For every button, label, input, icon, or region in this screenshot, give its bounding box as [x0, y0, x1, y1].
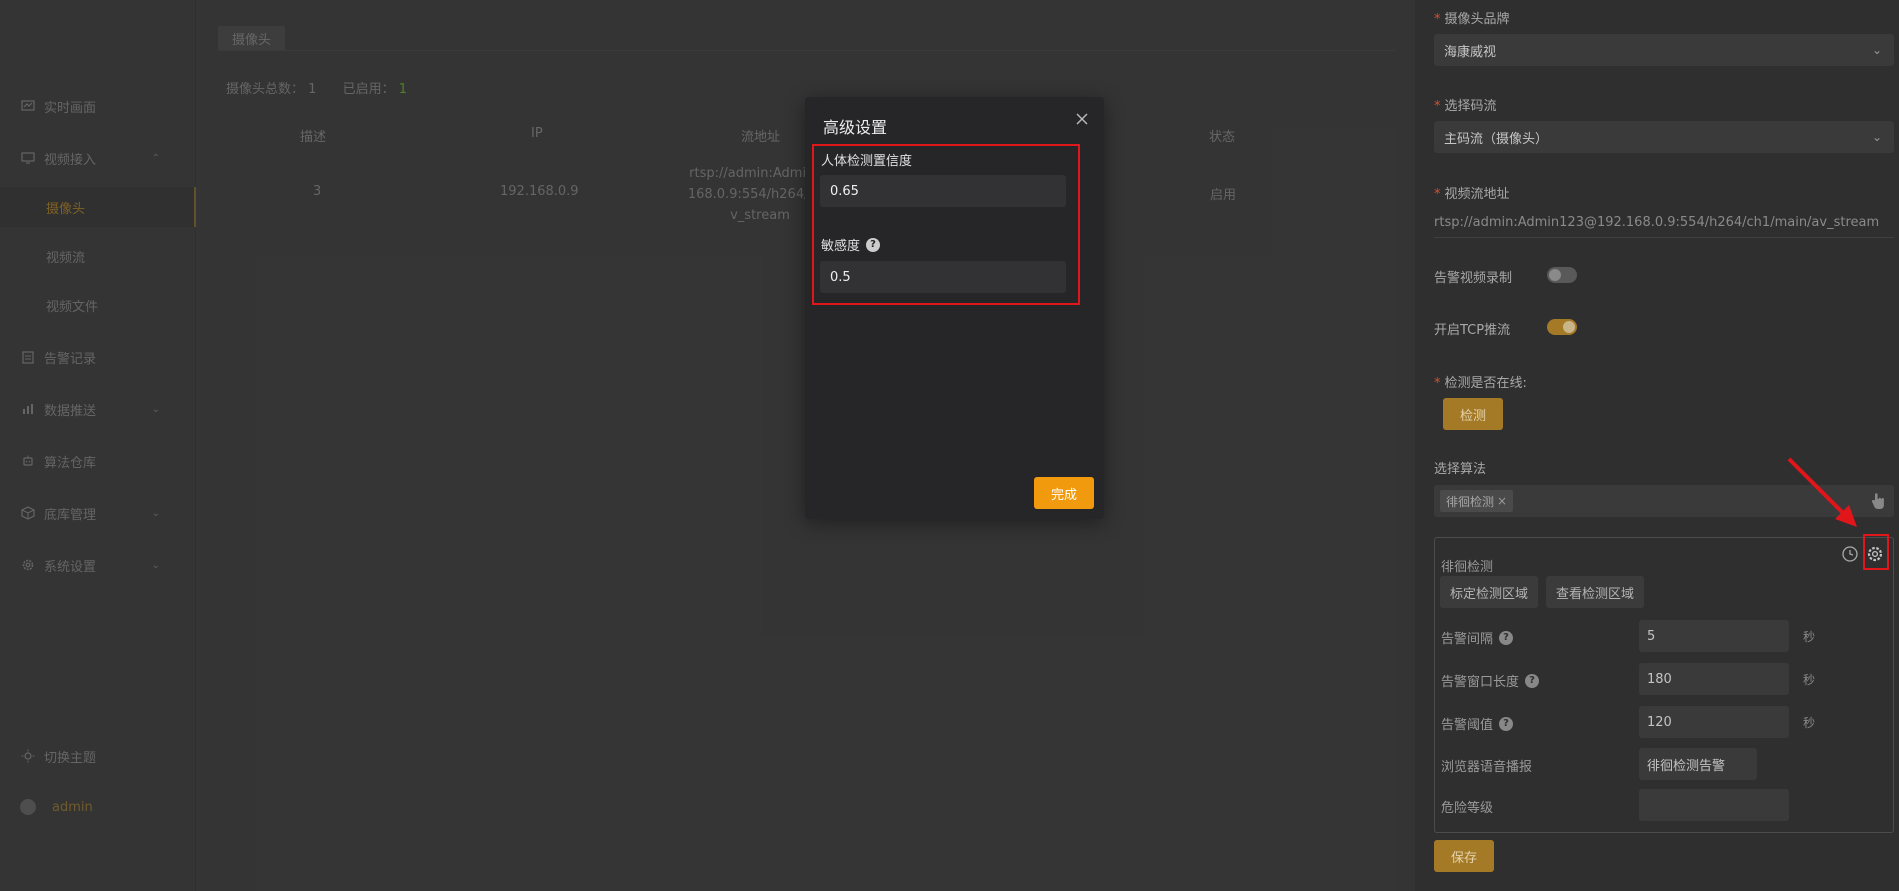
record-toggle[interactable]: [1547, 267, 1577, 283]
advanced-settings-modal: 高级设置 人体检测置信度 0.65 敏感度? 0.5 完成: [805, 97, 1104, 519]
chevron-down-icon: ⌄: [1871, 130, 1882, 144]
check-online-button[interactable]: 检测: [1443, 398, 1503, 430]
stream-type-label: * 选择码流: [1434, 99, 1497, 114]
modal-title: 高级设置: [823, 118, 888, 137]
unit-label: 秒: [1803, 716, 1816, 730]
annotation-arrow: [1787, 457, 1857, 527]
brand-label: * 摄像头品牌: [1434, 12, 1510, 27]
modal-overlay[interactable]: [0, 0, 1415, 891]
hand-pointer-icon: [1870, 492, 1886, 514]
alarm-window-label: 告警窗口长度?: [1441, 671, 1540, 690]
chevron-down-icon: ⌄: [1871, 43, 1882, 57]
fields-highlight-box: [812, 144, 1080, 305]
tcp-label: 开启TCP推流: [1434, 323, 1511, 338]
mark-area-button[interactable]: 标定检测区域: [1440, 576, 1538, 608]
algorithm-config-box: 徘徊检测 标定检测区域 查看检测区域 告警间隔? 5 秒 告警窗口长度? 180…: [1434, 537, 1894, 833]
question-icon: ?: [1499, 716, 1514, 731]
tcp-toggle[interactable]: [1547, 319, 1577, 335]
close-icon[interactable]: ×: [1497, 494, 1507, 508]
camera-edit-panel: * 摄像头品牌 海康威视 ⌄ * 选择码流 主码流（摄像头） ⌄ * 视频流地址 rtsp…: [1415, 0, 1899, 891]
unit-label: 秒: [1803, 673, 1816, 687]
online-label: * 检测是否在线:: [1434, 376, 1527, 391]
clock-icon[interactable]: [1841, 545, 1859, 567]
url-label: * 视频流地址: [1434, 187, 1510, 202]
alarm-interval-label: 告警间隔?: [1441, 628, 1514, 647]
alarm-threshold-input[interactable]: 120: [1639, 706, 1789, 738]
done-button[interactable]: 完成: [1034, 477, 1094, 509]
alarm-window-input[interactable]: 180: [1639, 663, 1789, 695]
algorithm-name: 徘徊检测: [1441, 560, 1494, 575]
danger-level-label: 危险等级: [1441, 801, 1494, 816]
voice-broadcast-input[interactable]: 徘徊检测告警: [1639, 748, 1757, 780]
stream-type-select[interactable]: 主码流（摄像头） ⌄: [1434, 121, 1894, 153]
close-icon[interactable]: [1074, 111, 1090, 127]
gear-highlight-box: [1863, 534, 1889, 570]
save-button[interactable]: 保存: [1434, 840, 1494, 872]
voice-broadcast-label: 浏览器语音播报: [1441, 760, 1533, 775]
view-area-button[interactable]: 查看检测区域: [1546, 576, 1644, 608]
question-icon: ?: [1525, 673, 1540, 688]
alarm-threshold-label: 告警阈值?: [1441, 714, 1514, 733]
algorithm-label: 选择算法: [1434, 462, 1487, 477]
danger-level-input[interactable]: [1639, 789, 1789, 821]
record-label: 告警视频录制: [1434, 271, 1513, 286]
question-icon: ?: [1499, 630, 1514, 645]
unit-label: 秒: [1803, 630, 1816, 644]
brand-select[interactable]: 海康威视 ⌄: [1434, 34, 1894, 66]
alarm-interval-input[interactable]: 5: [1639, 620, 1789, 652]
url-field[interactable]: rtsp://admin:Admin123@192.168.0.9:554/h2…: [1434, 208, 1894, 238]
algorithm-tag[interactable]: 徘徊检测 ×: [1440, 490, 1514, 512]
